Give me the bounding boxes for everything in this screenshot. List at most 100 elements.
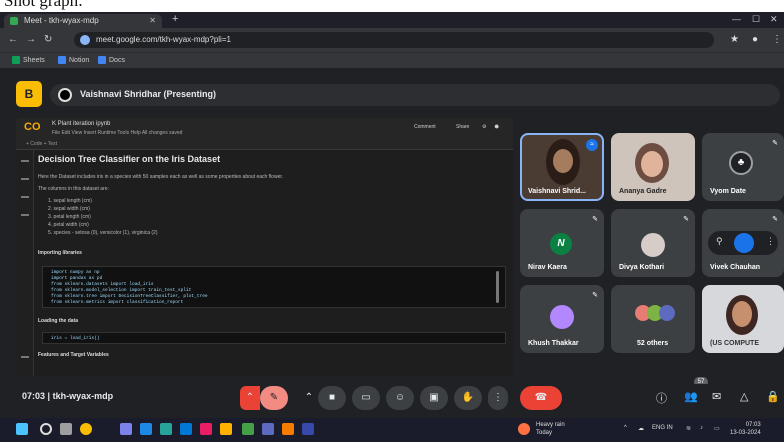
more-options-button[interactable]: ⋮	[488, 386, 508, 410]
chat-icon[interactable]: ✉	[712, 390, 721, 403]
columns-label: The columns in this dataset are:	[38, 186, 109, 192]
participant-tile[interactable]: ✎ Khush Thakkar	[520, 285, 604, 353]
battery-icon[interactable]: ▭	[714, 425, 720, 432]
code-scrollbar[interactable]	[496, 271, 499, 303]
clock[interactable]: 07:03 13-03-2024	[730, 421, 761, 437]
teams-icon[interactable]	[120, 423, 132, 435]
app-icon[interactable]	[220, 423, 232, 435]
speaking-icon: ≈	[586, 139, 598, 151]
participant-name: Divya Kothari	[619, 264, 665, 271]
bookmark-item[interactable]: Notion	[58, 56, 89, 65]
minimize-icon[interactable]: —	[732, 14, 741, 24]
participant-tile[interactable]: ♣ ✎ Vyom Date	[702, 133, 784, 201]
participant-tile[interactable]: N ✎ Nirav Kaera	[520, 209, 604, 277]
site-info-icon[interactable]	[80, 35, 90, 45]
column-item: 1. sepal length (cm)	[48, 198, 92, 204]
terminal-icon[interactable]	[21, 356, 29, 358]
code-cell[interactable]: import numpy as np import pandas as pd f…	[42, 266, 506, 308]
notebook-title[interactable]: K Plant iteration ipynb	[52, 121, 110, 127]
weather-widget[interactable]: Heavy rain Today	[536, 421, 565, 437]
participant-avatar	[550, 305, 574, 329]
participant-tile[interactable]: ⚲ ⋮ ✎ Vivek Chauhan	[702, 209, 784, 277]
volume-icon[interactable]: ♪	[700, 425, 703, 431]
more-options-icon[interactable]: ⋮	[766, 236, 775, 247]
address-bar[interactable]: meet.google.com/tkh-wyax-mdp?pli=1	[74, 32, 714, 48]
search-icon[interactable]	[40, 423, 52, 435]
task-view-icon[interactable]	[60, 423, 72, 435]
language-indicator[interactable]: ENG IN	[652, 425, 673, 431]
variables-icon[interactable]	[21, 196, 29, 198]
back-icon[interactable]: ←	[8, 34, 18, 45]
mic-off-icon: ✎	[772, 140, 778, 147]
settings-icon[interactable]: ⚙	[482, 124, 486, 130]
emoji-button[interactable]: ☺	[386, 386, 414, 410]
participant-avatar: ♣	[729, 151, 753, 175]
participant-name: Khush Thakkar	[528, 340, 579, 347]
meeting-details-icon[interactable]: ⓘ	[656, 390, 667, 406]
colab-logo-icon: CO	[24, 121, 41, 133]
mic-options-icon[interactable]: ⌃	[240, 386, 260, 410]
browser-tab[interactable]: Meet - tkh-wyax-mdp ✕	[4, 14, 162, 28]
present-button[interactable]: ▣	[420, 386, 448, 410]
notebook-toolbar: + Code + Text	[26, 141, 58, 147]
notebook-header: CO K Plant iteration ipynb File Edit Vie…	[16, 118, 513, 150]
camera-options-icon[interactable]: ⌃	[300, 386, 318, 410]
onedrive-icon[interactable]: ☁	[638, 425, 644, 432]
wifi-icon[interactable]: ≋	[686, 425, 691, 432]
new-tab-icon[interactable]: +	[172, 13, 178, 25]
meeting-info: 07:03 | tkh-wyax-mdp	[22, 391, 113, 401]
activities-icon[interactable]: △	[740, 390, 748, 403]
app-icon[interactable]	[200, 423, 212, 435]
forward-icon[interactable]: →	[26, 34, 36, 45]
meeting-code: tkh-wyax-mdp	[52, 391, 114, 401]
people-icon[interactable]: 👥	[684, 390, 698, 403]
captions-button[interactable]: ▭	[352, 386, 380, 410]
reload-icon[interactable]: ↻	[44, 34, 52, 45]
bookmark-item[interactable]: Docs	[98, 56, 125, 65]
notebook-body: Decision Tree Classifier on the Iris Dat…	[38, 154, 508, 376]
vscode-icon[interactable]	[180, 423, 192, 435]
comment-button[interactable]: Comment	[414, 124, 436, 130]
participant-tile[interactable]: Ananya Gadre	[611, 133, 695, 201]
close-window-icon[interactable]: ✕	[770, 14, 778, 25]
participant-name: Ananya Gadre	[619, 188, 667, 195]
app-icon[interactable]	[160, 423, 172, 435]
chevron-up-icon[interactable]: ^	[624, 425, 627, 431]
app-icon[interactable]	[262, 423, 274, 435]
search-icon[interactable]	[21, 178, 29, 180]
mic-toggle-button[interactable]: ✎	[260, 386, 288, 410]
camera-toggle-button[interactable]: ■	[318, 386, 346, 410]
chrome-icon[interactable]	[80, 423, 92, 435]
participant-tile[interactable]: (US COMPUTE	[702, 285, 784, 353]
raise-hand-button[interactable]: ✋	[454, 386, 482, 410]
menu-icon[interactable]: ⋮	[772, 34, 782, 45]
start-icon[interactable]	[16, 423, 28, 435]
weather-day: Today	[536, 430, 553, 436]
file-explorer-icon[interactable]	[282, 423, 294, 435]
participant-tile[interactable]: ✎ Divya Kothari	[611, 209, 695, 277]
caption-text: Shot graph:	[4, 0, 83, 10]
participant-tile[interactable]: 52 others	[611, 285, 695, 353]
code-line: from sklearn.metrics import classificati…	[51, 300, 184, 305]
mail-icon[interactable]	[140, 423, 152, 435]
host-controls-icon[interactable]: 🔒	[766, 390, 780, 403]
maximize-icon[interactable]: ☐	[752, 14, 760, 25]
pin-icon[interactable]: ⚲	[716, 236, 723, 247]
profile-icon[interactable]: ●	[752, 34, 758, 45]
bookmark-star-icon[interactable]: ★	[730, 34, 739, 45]
presenter-chip[interactable]: Vaishnavi Shridhar (Presenting)	[50, 84, 780, 106]
app-icon[interactable]	[242, 423, 254, 435]
code-cell[interactable]: iris = load_iris()	[42, 332, 506, 344]
leave-call-button[interactable]: ☎	[520, 386, 562, 410]
bookmark-item[interactable]: Sheets	[12, 56, 45, 65]
account-icon[interactable]: ●	[494, 121, 499, 131]
files-icon[interactable]	[21, 214, 29, 216]
caption-strip: Shot graph:	[0, 0, 784, 12]
close-tab-icon[interactable]: ✕	[149, 14, 156, 28]
participant-name: (US COMPUTE	[710, 340, 759, 347]
participant-tile[interactable]: ≈ Vaishnavi Shrid...	[520, 133, 604, 201]
share-button[interactable]: Share	[456, 124, 469, 130]
toc-icon[interactable]	[21, 160, 29, 162]
app-icon[interactable]	[302, 423, 314, 435]
notebook-menu[interactable]: File Edit View Insert Runtime Tools Help…	[52, 130, 182, 136]
